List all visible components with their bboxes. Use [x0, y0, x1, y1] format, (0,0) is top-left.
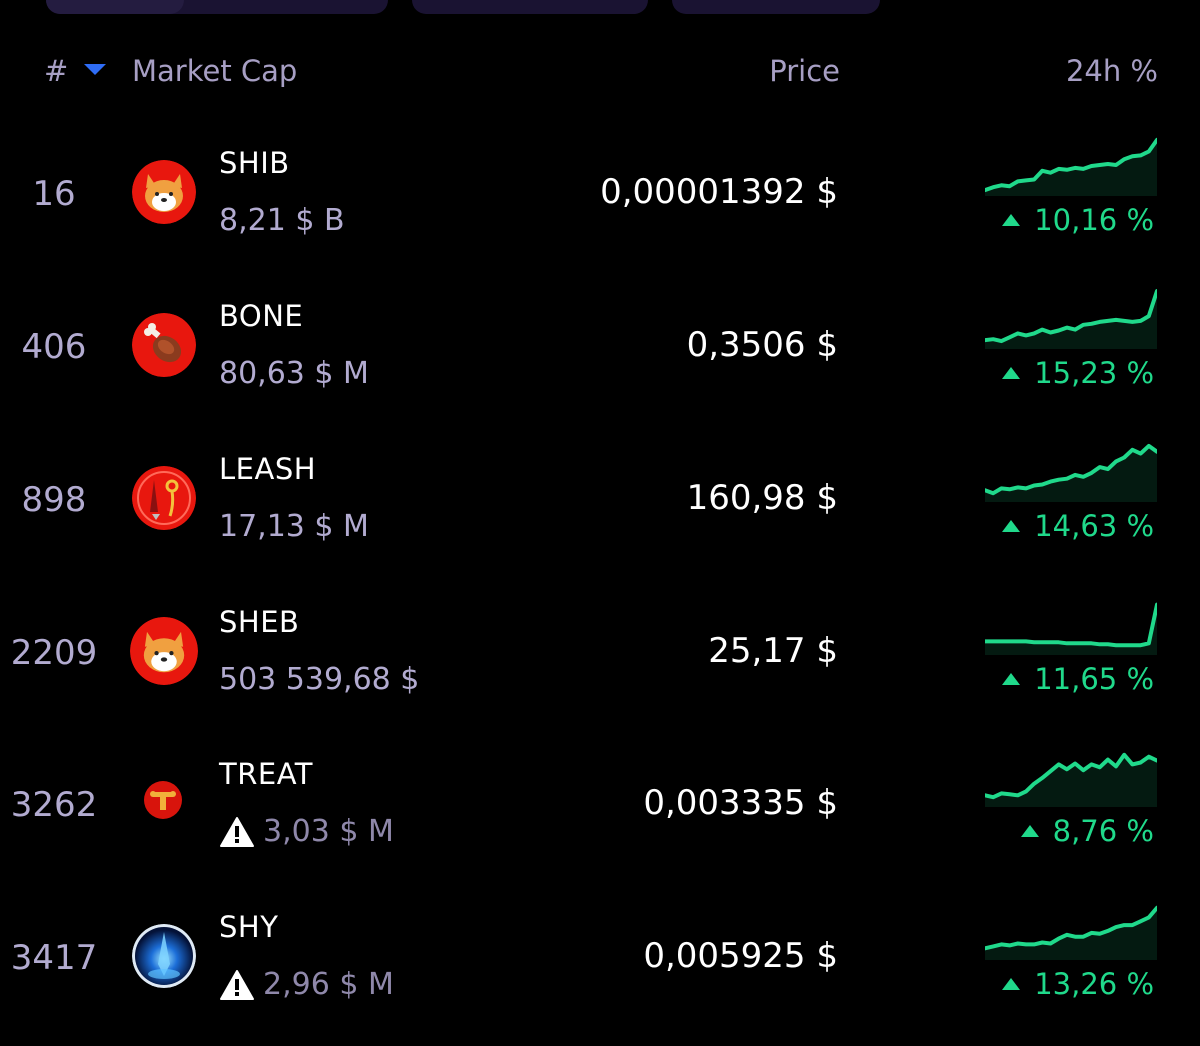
sparkline-area: [985, 445, 1157, 502]
coin-name: BONE: [219, 299, 304, 333]
sparkline-area: [985, 604, 1157, 655]
arrow-up-icon: [1002, 978, 1021, 990]
table-header: # Market Cap Price 24h %: [0, 50, 1200, 94]
sparkline-chart: [985, 602, 1157, 655]
market-cap-value: 3,03 $ M: [263, 814, 394, 849]
arrow-up-icon: [1020, 825, 1039, 837]
top-tab-1-active[interactable]: [46, 0, 184, 14]
coin-price: 0,3506 $: [686, 325, 838, 365]
change-value: 10,16 %: [1034, 203, 1154, 237]
sparkline-chart: [985, 443, 1157, 502]
row-rank: 3417: [10, 938, 98, 978]
change-24h: 11,65 %: [1002, 662, 1154, 696]
change-value: 13,26 %: [1034, 967, 1154, 1001]
treat-icon: [142, 779, 184, 821]
top-tab-bar: [0, 0, 1200, 18]
coin-name: SHIB: [219, 146, 290, 180]
coin-name: LEASH: [219, 452, 317, 486]
row-rank: 898: [21, 480, 87, 520]
shiba-dog-icon: [130, 617, 198, 685]
coin-market-cap: 80,63 $ M: [219, 356, 369, 391]
table-row[interactable]: 2209 SHEB 503 539,68 $ 25,17 $ 11,65 %: [0, 589, 1200, 741]
arrow-up-icon: [1002, 673, 1021, 685]
market-cap-value: 8,21 $ B: [219, 203, 345, 238]
change-24h: 10,16 %: [1002, 203, 1154, 237]
bone-meat-icon: [132, 313, 196, 377]
sparkline-chart: [985, 289, 1157, 349]
market-cap-value: 2,96 $ M: [263, 967, 394, 1002]
coin-price: 0,00001392 $: [600, 172, 838, 212]
warning-icon[interactable]: [219, 816, 255, 848]
coin-price: 0,005925 $: [643, 936, 838, 976]
market-cap-column-header[interactable]: Market Cap: [132, 54, 297, 88]
top-tab-3[interactable]: [672, 0, 880, 14]
table-row[interactable]: 898 LEASH 17,13 $ M 160,98 $ 14,63 %: [0, 436, 1200, 588]
warning-icon[interactable]: [219, 969, 255, 1001]
sparkline-line: [985, 602, 1157, 648]
change-value: 15,23 %: [1034, 356, 1154, 390]
coin-market-cap: 503 539,68 $: [219, 662, 419, 697]
change-24h: 15,23 %: [1002, 356, 1154, 390]
top-tab-1[interactable]: [46, 0, 388, 14]
change-24h-column-header[interactable]: 24h %: [1066, 54, 1158, 88]
coin-name: SHY: [219, 910, 279, 944]
change-24h: 8,76 %: [1020, 814, 1154, 848]
top-tab-2[interactable]: [412, 0, 648, 14]
market-cap-value: 17,13 $ M: [219, 509, 369, 544]
coin-name: SHEB: [219, 605, 300, 639]
table-row[interactable]: 3417 SHY 2,96 $ M 0,005925 $ 13,26 %: [0, 894, 1200, 1046]
arrow-up-icon: [1002, 520, 1021, 532]
coin-market-cap: 17,13 $ M: [219, 509, 369, 544]
shiba-dog-icon: [132, 160, 196, 224]
table-row[interactable]: 16 SHIB 8,21 $ B 0,00001392 $ 10,16 %: [0, 130, 1200, 282]
shy-crystal-icon: [132, 924, 196, 988]
change-value: 11,65 %: [1034, 662, 1154, 696]
row-rank: 2209: [10, 633, 98, 673]
row-rank: 406: [21, 327, 87, 367]
arrow-up-icon: [1002, 214, 1021, 226]
table-row[interactable]: 406 BONE 80,63 $ M 0,3506 $ 15,23 %: [0, 283, 1200, 435]
coin-name: TREAT: [219, 757, 313, 791]
change-24h: 13,26 %: [1002, 967, 1154, 1001]
price-column-header[interactable]: Price: [769, 54, 840, 88]
market-cap-value: 503 539,68 $: [219, 662, 420, 697]
coin-market-cap: 3,03 $ M: [219, 814, 394, 849]
change-value: 14,63 %: [1034, 509, 1154, 543]
sparkline-chart: [985, 752, 1157, 807]
table-row[interactable]: 3262 TREAT 3,03 $ M 0,003335 $ 8,76 %: [0, 741, 1200, 893]
coin-price: 0,003335 $: [643, 783, 838, 823]
sparkline-chart: [985, 137, 1157, 196]
arrow-up-icon: [1002, 367, 1021, 379]
leash-icon: [132, 466, 196, 530]
coin-price: 25,17 $: [708, 631, 838, 671]
market-cap-value: 80,63 $ M: [219, 356, 369, 391]
sparkline-chart: [985, 905, 1157, 960]
coin-market-cap: 8,21 $ B: [219, 203, 345, 238]
row-rank: 16: [32, 174, 76, 214]
sort-desc-icon[interactable]: [84, 64, 106, 75]
row-rank: 3262: [10, 785, 98, 825]
coin-market-cap: 2,96 $ M: [219, 967, 394, 1002]
change-24h: 14,63 %: [1002, 509, 1154, 543]
coin-price: 160,98 $: [686, 478, 838, 518]
rank-column-header[interactable]: #: [44, 54, 68, 88]
change-value: 8,76 %: [1052, 814, 1154, 848]
